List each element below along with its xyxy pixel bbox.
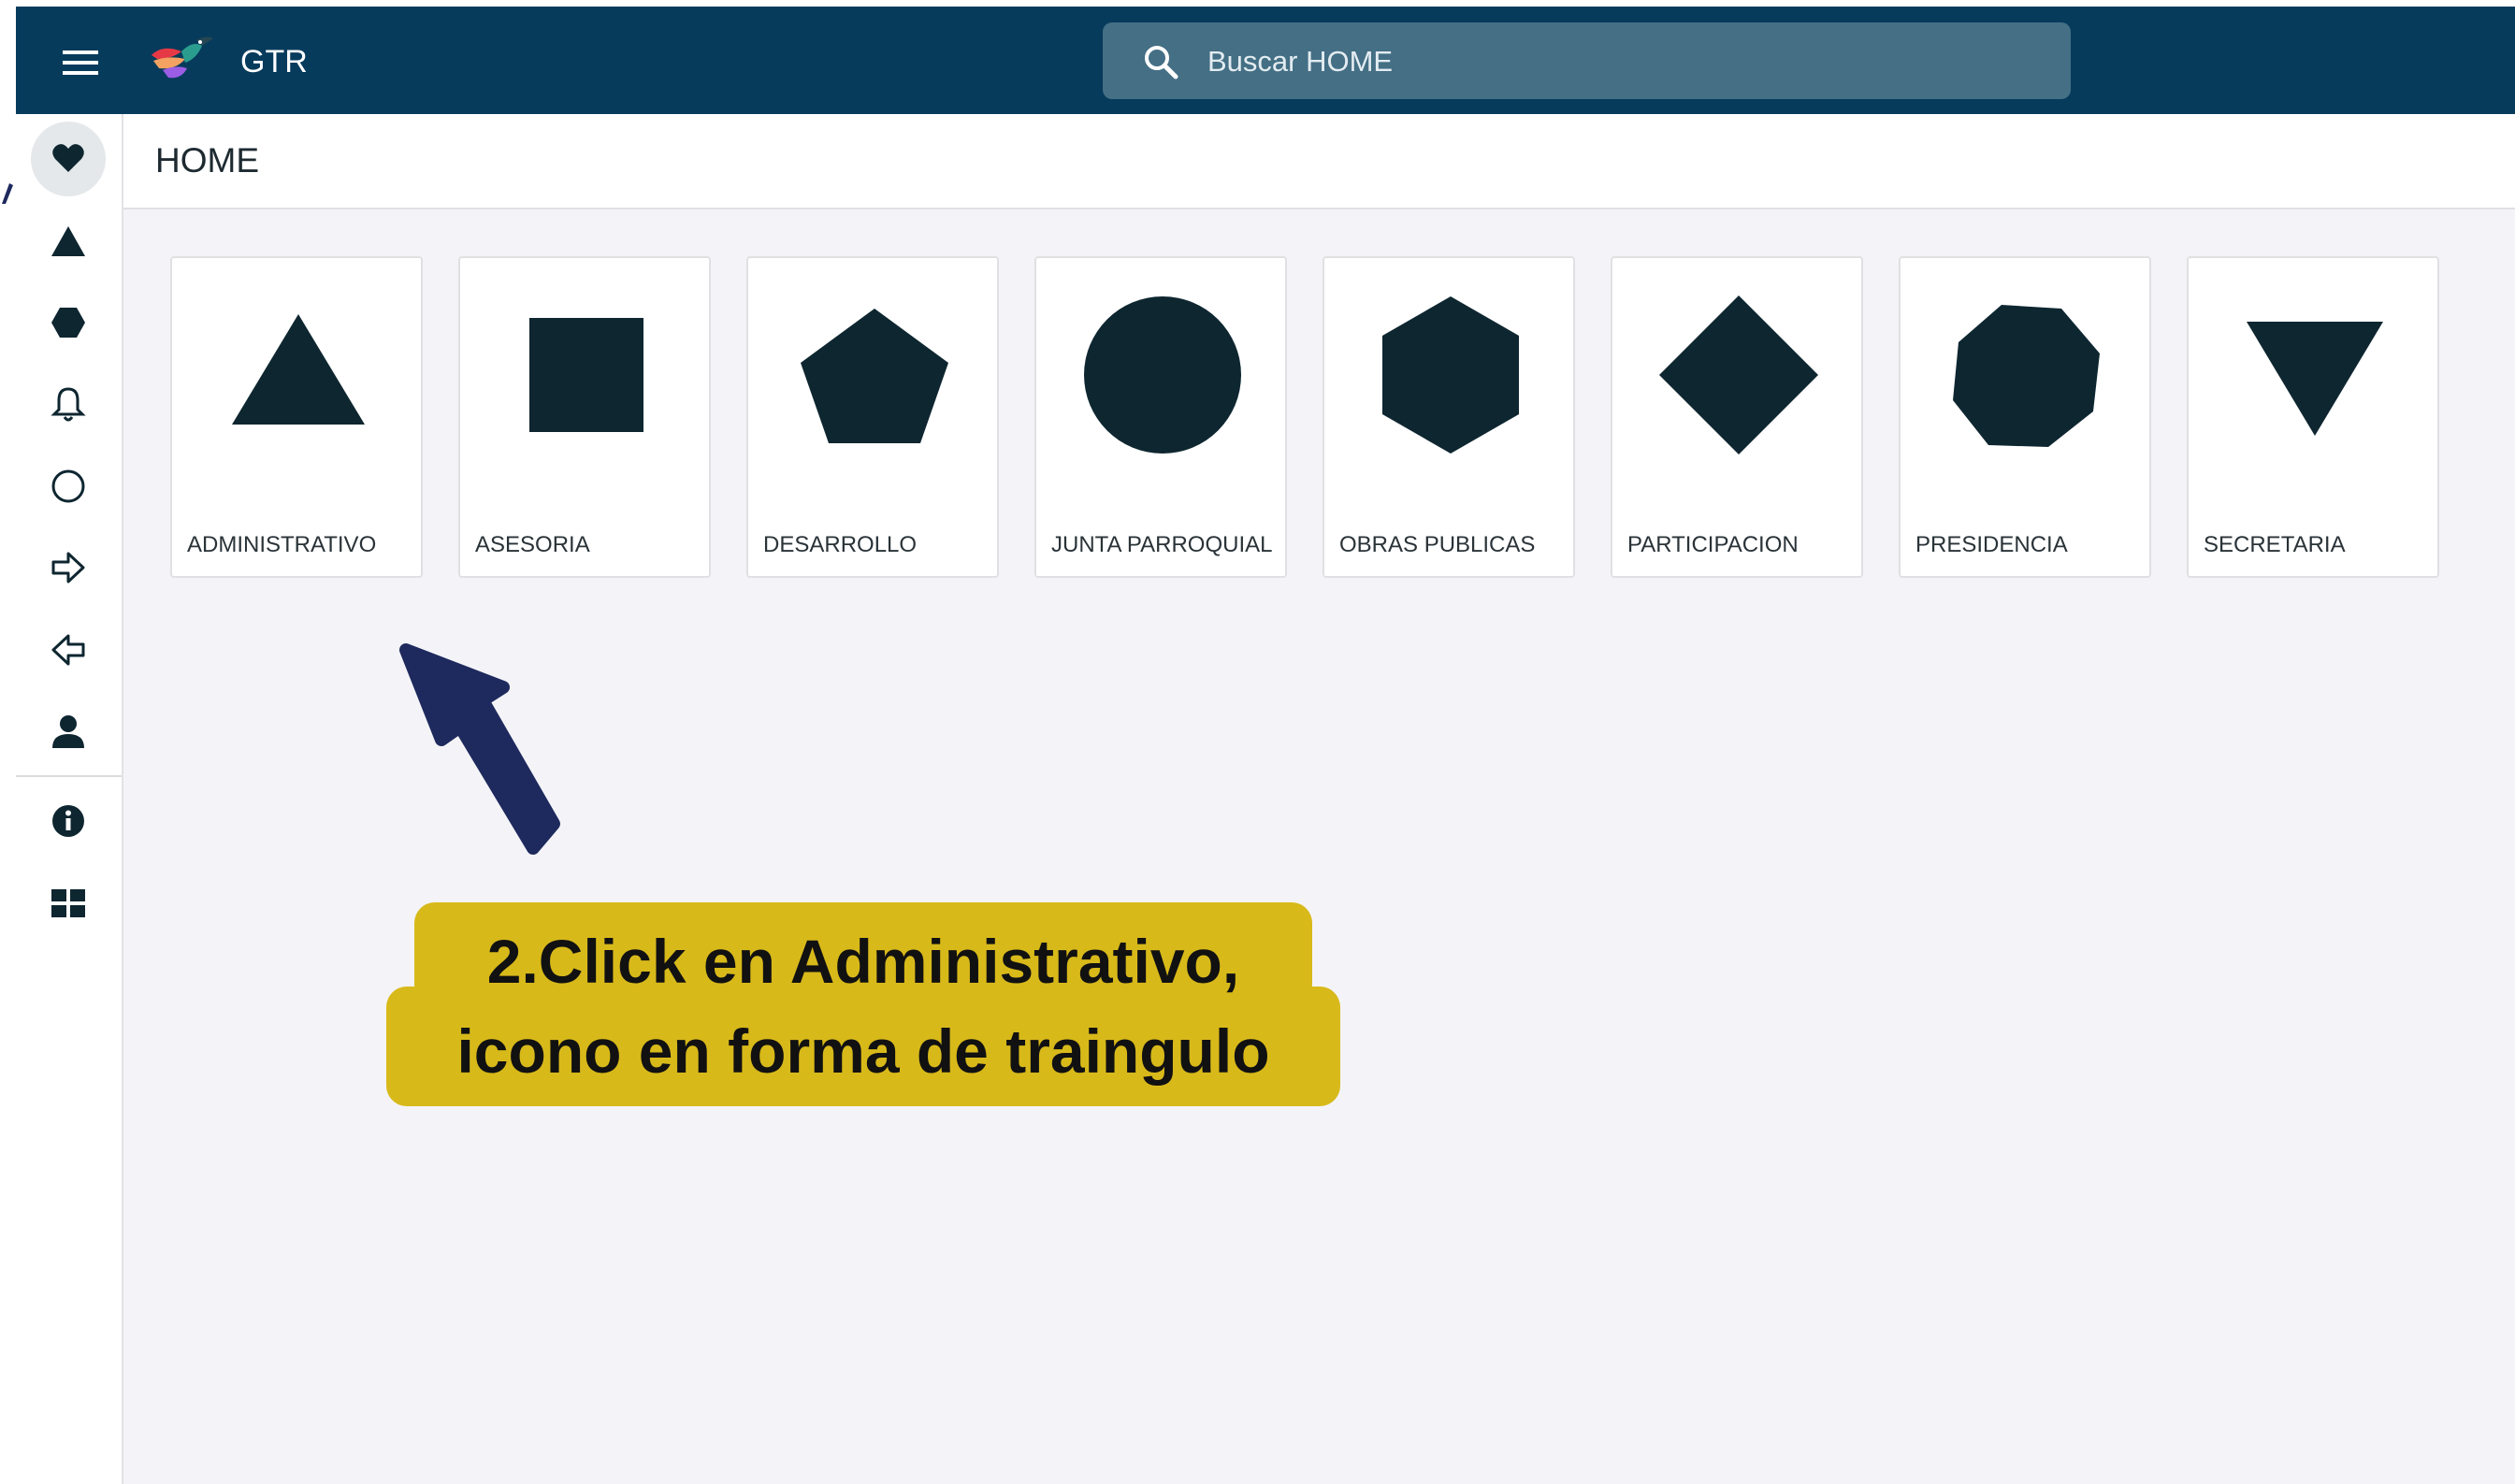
card-administrativo[interactable]: ADMINISTRATIVO <box>170 256 423 578</box>
sidebar-item-triangle[interactable] <box>31 204 106 279</box>
circle-outline-icon <box>51 469 85 503</box>
card-asesoria[interactable]: ASESORIA <box>458 256 711 578</box>
pentagon-icon <box>801 309 948 443</box>
card-label: PARTICIPACION <box>1627 532 1799 557</box>
card-junta-parroquial[interactable]: JUNTA PARROQUIAL <box>1034 256 1287 578</box>
bell-icon <box>51 387 86 422</box>
card-participacion[interactable]: PARTICIPACION <box>1611 256 1863 578</box>
card-label: SECRETARIA <box>2204 532 2346 557</box>
sidebar-item-user[interactable] <box>31 694 106 769</box>
heart-icon <box>52 144 84 172</box>
sidebar-item-forward[interactable] <box>31 530 106 605</box>
square-icon <box>529 318 643 432</box>
card-label: DESARROLLO <box>763 532 918 557</box>
sidebar-item-hexagon[interactable] <box>31 285 106 360</box>
arrow-left-outline-icon <box>51 634 85 666</box>
sidebar-item-back[interactable] <box>31 612 106 687</box>
card-label: OBRAS PUBLICAS <box>1339 532 1536 557</box>
search-input[interactable] <box>1206 36 2032 88</box>
sidebar-divider <box>16 775 122 777</box>
annotation-line-2: icono en forma de traingulo <box>456 1016 1270 1086</box>
card-label: PRESIDENCIA <box>1915 532 2068 557</box>
card-label: JUNTA PARROQUIAL <box>1051 532 1273 557</box>
annotation-text: 2.Click en Administrativo, icono en form… <box>386 916 1340 1096</box>
user-icon <box>52 715 84 748</box>
sidebar <box>16 114 123 1484</box>
annotation-arrow-fragment <box>2 183 13 204</box>
hexagon-icon <box>1382 296 1519 454</box>
annotation-line-1: 2.Click en Administrativo, <box>486 927 1240 996</box>
circle-icon <box>1084 296 1241 454</box>
hexagon-icon <box>51 308 85 338</box>
grid-icon <box>51 889 85 917</box>
search-icon <box>1145 46 1178 79</box>
hummingbird-logo-icon <box>144 27 219 93</box>
card-presidencia[interactable]: PRESIDENCIA <box>1899 256 2151 578</box>
triangle-icon <box>232 314 365 425</box>
card-obras-publicas[interactable]: OBRAS PUBLICAS <box>1323 256 1575 578</box>
card-desarrollo[interactable]: DESARROLLO <box>746 256 999 578</box>
sidebar-item-dashboard[interactable] <box>31 866 106 941</box>
annotation-arrow-icon <box>399 643 560 855</box>
card-secretaria[interactable]: SECRETARIA <box>2187 256 2439 578</box>
triangle-icon <box>51 226 85 256</box>
sidebar-item-info[interactable] <box>31 784 106 858</box>
top-app-bar: GTR <box>16 7 2515 114</box>
info-icon <box>52 805 84 837</box>
hamburger-menu-icon[interactable] <box>44 35 117 91</box>
card-label: ADMINISTRATIVO <box>187 532 377 557</box>
arrow-right-outline-icon <box>51 552 85 584</box>
inverted-triangle-icon <box>2247 322 2383 436</box>
page-title: HOME <box>155 141 259 180</box>
card-label: ASESORIA <box>475 532 590 557</box>
page-header: HOME <box>123 114 2515 209</box>
sidebar-item-notifications[interactable] <box>31 367 106 441</box>
octagon-icon <box>1953 305 2100 447</box>
diamond-icon <box>1659 295 1818 454</box>
search-bar[interactable] <box>1103 22 2071 99</box>
sidebar-item-circle[interactable] <box>31 449 106 524</box>
sidebar-item-favorites[interactable] <box>31 122 106 196</box>
app-title: GTR <box>240 44 308 79</box>
